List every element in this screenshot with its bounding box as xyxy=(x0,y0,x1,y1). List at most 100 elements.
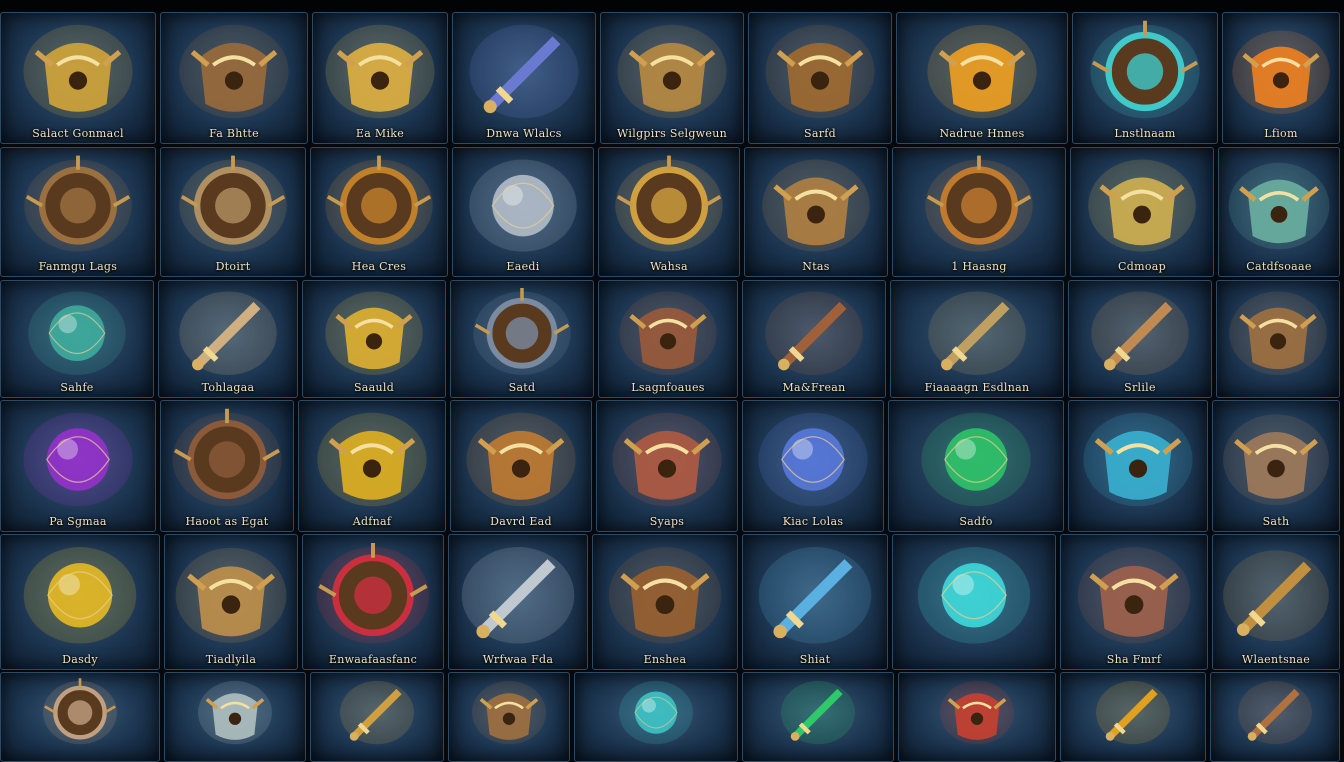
item-label: Lnstlnaam xyxy=(1114,127,1176,140)
item-label: Fiaaaagn Esdlnan xyxy=(924,381,1030,394)
ruby-emblem-icon xyxy=(316,543,430,644)
item-label: Hea Cres xyxy=(351,260,407,273)
gold-nugget-icon xyxy=(325,291,423,375)
item-slot[interactable]: Dasdy xyxy=(0,534,160,670)
item-slot[interactable]: Cdmoap xyxy=(1070,147,1214,277)
emerald-shard-icon xyxy=(921,412,1031,507)
arcane-crossbow-icon xyxy=(469,24,579,119)
bronze-relic-icon xyxy=(472,680,546,745)
item-slot[interactable] xyxy=(1210,672,1340,762)
item-slot[interactable]: Davrd Ead xyxy=(450,400,592,532)
item-slot[interactable]: Ntas xyxy=(744,147,888,277)
item-slot[interactable]: Enshea xyxy=(592,534,738,670)
item-slot[interactable]: Tohlagaa xyxy=(158,280,298,398)
item-slot[interactable]: Satd xyxy=(450,280,594,398)
item-label: Ntas xyxy=(802,260,830,273)
item-slot[interactable]: Dtoirt xyxy=(160,147,306,277)
item-slot[interactable]: Catdfsoaae xyxy=(1218,147,1340,277)
item-slot[interactable]: 1 Haasng xyxy=(892,147,1066,277)
item-slot[interactable] xyxy=(1216,280,1340,398)
leather-shield-icon xyxy=(172,408,282,507)
clockwork-compass-icon xyxy=(615,155,723,252)
bronze-beast-icon xyxy=(608,547,722,644)
item-label: Fanmgu Lags xyxy=(38,260,118,273)
item-slot[interactable]: Lfiom xyxy=(1222,12,1340,144)
item-slot[interactable]: Lnstlnaam xyxy=(1072,12,1218,144)
item-slot[interactable]: Sarfd xyxy=(748,12,892,144)
item-slot[interactable] xyxy=(742,672,894,762)
item-label: Sarfd xyxy=(804,127,836,140)
item-slot[interactable]: Shiat xyxy=(742,534,888,670)
item-label: Salact Gonmacl xyxy=(32,127,124,140)
item-slot[interactable] xyxy=(1068,400,1208,532)
item-slot[interactable]: Wilgpirs Selgweun xyxy=(600,12,744,144)
item-slot[interactable]: Tiadlyila xyxy=(164,534,298,670)
item-slot[interactable] xyxy=(1060,672,1206,762)
item-slot[interactable]: Sath xyxy=(1212,400,1340,532)
item-slot[interactable]: Srlile xyxy=(1068,280,1212,398)
item-label: Sha Fmrf xyxy=(1106,653,1162,666)
sapphire-gem-icon xyxy=(758,412,868,507)
item-label: Enwaafaasfanc xyxy=(328,653,418,666)
war-drill-icon xyxy=(1091,291,1189,375)
item-slot[interactable]: Nadrue Hnnes xyxy=(896,12,1068,144)
item-slot[interactable]: Haoot as Egat xyxy=(160,400,294,532)
crimson-banner-icon xyxy=(940,680,1014,745)
ivory-crest-icon xyxy=(43,678,117,745)
item-slot[interactable]: Sha Fmrf xyxy=(1060,534,1208,670)
item-slot[interactable]: Adfnaf xyxy=(298,400,446,532)
item-slot[interactable] xyxy=(574,672,738,762)
item-slot[interactable]: Hea Cres xyxy=(310,147,448,277)
item-slot[interactable]: Saauld xyxy=(302,280,446,398)
amber-orb-icon xyxy=(23,547,137,644)
item-slot[interactable] xyxy=(448,672,570,762)
item-label: Pa Sgmaa xyxy=(49,515,107,528)
silver-wing-icon xyxy=(198,680,272,745)
item-slot[interactable]: Sahfe xyxy=(0,280,154,398)
item-slot[interactable]: Eaedi xyxy=(452,147,594,277)
item-slot[interactable]: Sadfo xyxy=(888,400,1064,532)
item-slot[interactable]: Wahsa xyxy=(598,147,740,277)
item-slot[interactable]: Lsagnfoaues xyxy=(598,280,738,398)
item-slot[interactable]: Wlaentsnae xyxy=(1212,534,1340,670)
lightning-crystal-icon xyxy=(917,547,1031,644)
item-slot[interactable]: Ma&Frean xyxy=(742,280,886,398)
item-slot[interactable]: Dnwa Wlalcs xyxy=(452,12,596,144)
item-slot[interactable]: Kiac Lolas xyxy=(742,400,884,532)
war-mask-icon xyxy=(1223,414,1329,506)
item-slot[interactable] xyxy=(310,672,444,762)
item-slot[interactable]: Syaps xyxy=(596,400,738,532)
brass-rifle-icon xyxy=(1223,550,1329,642)
steel-spear-icon xyxy=(461,547,575,644)
iron-anvil-icon xyxy=(619,291,717,375)
item-grid: Salact Gonmacl Fa Bhtte Ea Mike Dnwa Wlalcs… xyxy=(0,12,1344,762)
teal-spirit-icon xyxy=(619,680,693,745)
item-label: Haoot as Egat xyxy=(185,515,269,528)
item-label: Ea Mike xyxy=(355,127,405,140)
top-edge xyxy=(0,0,1344,12)
item-slot[interactable]: Fanmgu Lags xyxy=(0,147,156,277)
emerald-amulet-icon xyxy=(28,291,126,375)
item-slot[interactable]: Salact Gonmacl xyxy=(0,12,156,144)
item-label: Kiac Lolas xyxy=(782,515,844,528)
item-slot[interactable] xyxy=(892,534,1056,670)
item-slot[interactable]: Enwaafaasfanc xyxy=(302,534,444,670)
item-label: Adfnaf xyxy=(352,515,392,528)
frost-sword-icon xyxy=(758,547,872,644)
item-slot[interactable] xyxy=(164,672,306,762)
item-slot[interactable] xyxy=(0,672,160,762)
copper-chestplate-icon xyxy=(612,412,722,507)
frost-key-icon xyxy=(1083,412,1193,507)
brass-idol-icon xyxy=(762,159,870,252)
bronze-pauldron-icon xyxy=(179,24,289,119)
jade-sword-icon xyxy=(781,680,855,745)
item-slot[interactable]: Ea Mike xyxy=(312,12,448,144)
golden-chalice-icon xyxy=(325,24,435,119)
item-label: Srlile xyxy=(1124,381,1156,394)
item-label: Dtoirt xyxy=(215,260,251,273)
item-slot[interactable]: Wrfwaa Fda xyxy=(448,534,588,670)
item-slot[interactable]: Fa Bhtte xyxy=(160,12,308,144)
item-slot[interactable]: Pa Sgmaa xyxy=(0,400,156,532)
item-slot[interactable] xyxy=(898,672,1056,762)
item-slot[interactable]: Fiaaaagn Esdlnan xyxy=(890,280,1064,398)
